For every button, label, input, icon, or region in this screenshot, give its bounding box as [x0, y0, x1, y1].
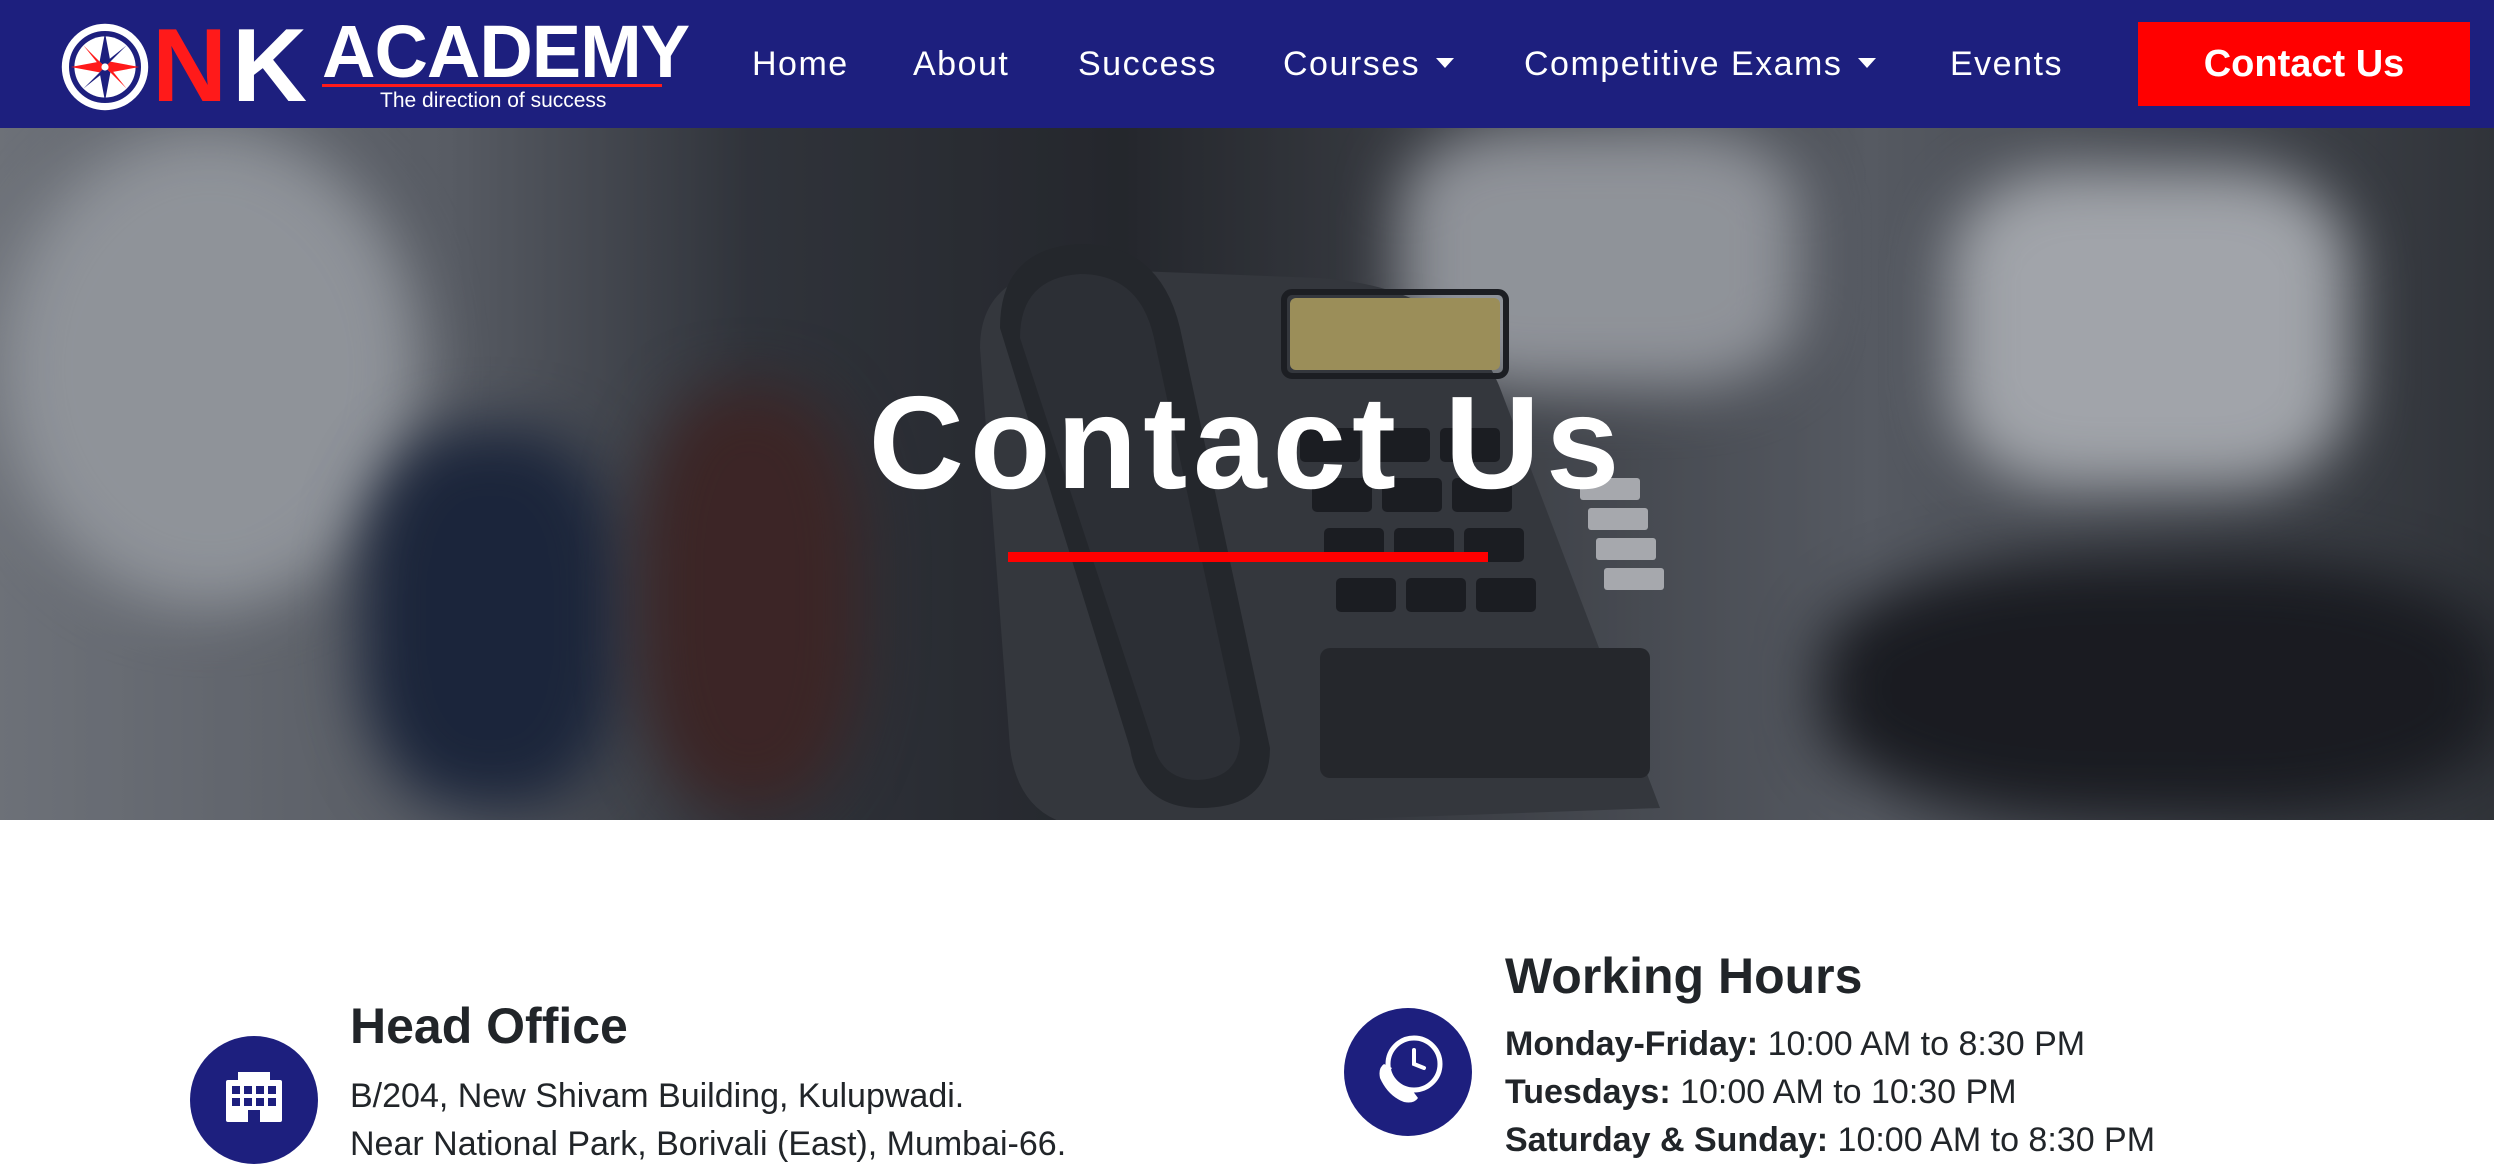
nav-about[interactable]: About	[913, 40, 1009, 88]
address-line-1: B/204, New Shivam Building, Kulupwadi.	[350, 1077, 965, 1115]
nav-success[interactable]: Success	[1078, 40, 1217, 88]
building-icon	[226, 1072, 282, 1122]
working-hours-title: Working Hours	[1505, 948, 1863, 1004]
nav-competitive-exams[interactable]: Competitive Exams	[1524, 40, 1877, 88]
logo-tagline: The direction of success	[380, 89, 607, 112]
nav-courses-label: Courses	[1283, 45, 1421, 83]
logo-underline	[322, 84, 662, 87]
head-office-title: Head Office	[350, 998, 628, 1054]
nav-events[interactable]: Events	[1950, 40, 2063, 88]
logo-letter-n: N	[152, 8, 227, 124]
hours-day: Tuesdays:	[1505, 1073, 1671, 1111]
hours-time: 10:00 AM to 8:30 PM	[1837, 1121, 2156, 1159]
nav-competitive-exams-label: Competitive Exams	[1524, 45, 1843, 83]
hours-row: Monday-Friday: 10:00 AM to 8:30 PM	[1505, 1020, 2085, 1068]
logo-name: ACADEMY	[322, 10, 690, 93]
hours-row: Saturday & Sunday: 10:00 AM to 8:30 PM	[1505, 1116, 2155, 1164]
nav-courses[interactable]: Courses	[1283, 40, 1455, 88]
logo-letter-k: K	[232, 8, 308, 124]
hero-banner: Contact Us	[0, 128, 2494, 820]
chevron-down-icon	[1858, 58, 1877, 69]
nav-home[interactable]: Home	[752, 40, 849, 88]
working-hours-icon-badge	[1344, 1008, 1472, 1136]
contact-us-button[interactable]: Contact Us	[2138, 22, 2470, 106]
hours-time: 10:00 AM to 8:30 PM	[1767, 1025, 2086, 1063]
phone-clock-icon	[1379, 1035, 1443, 1103]
chevron-down-icon	[1436, 58, 1455, 69]
navbar: N K ACADEMY The direction of success Hom…	[0, 0, 2494, 128]
head-office-icon-badge	[190, 1036, 318, 1164]
hours-time: 10:00 AM to 10:30 PM	[1680, 1073, 2017, 1111]
address-line-2: Near National Park, Borivali (East), Mum…	[350, 1125, 1067, 1163]
hours-row: Tuesdays: 10:00 AM to 10:30 PM	[1505, 1068, 2017, 1116]
page-title: Contact Us	[868, 369, 1626, 516]
hours-day: Monday-Friday:	[1505, 1025, 1759, 1063]
brand-logo[interactable]: N K ACADEMY The direction of success	[60, 8, 690, 124]
hours-day: Saturday & Sunday:	[1505, 1121, 1829, 1159]
compass-icon	[61, 23, 149, 111]
title-underline	[1008, 552, 1488, 562]
